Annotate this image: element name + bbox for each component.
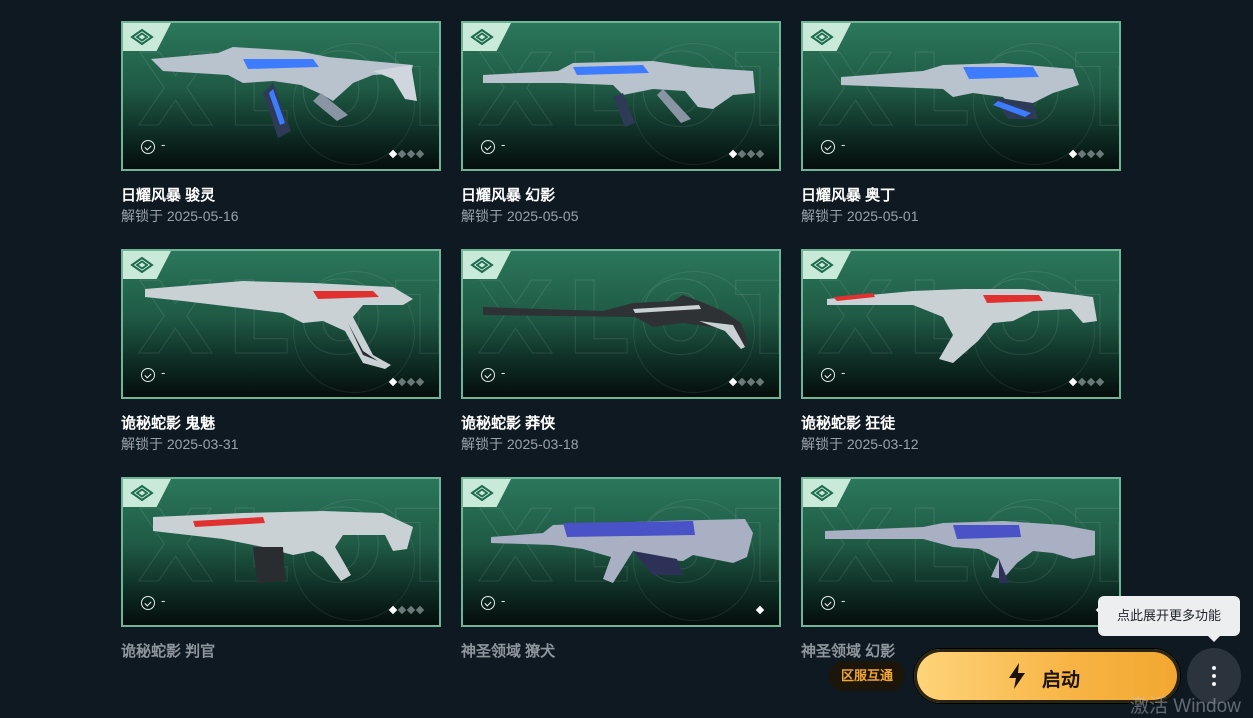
skin-name: 日耀风暴 幻影 bbox=[461, 187, 556, 204]
tier-label: - bbox=[501, 365, 506, 380]
skin-thumbnail[interactable]: XLOT - bbox=[801, 477, 1121, 627]
skin-name: 诡秘蛇影 狂徒 bbox=[801, 415, 896, 432]
unlock-date: 解锁于 2025-03-12 bbox=[801, 436, 919, 452]
weapon-image bbox=[825, 521, 1095, 583]
skin-name: 日耀风暴 奥丁 bbox=[801, 187, 896, 204]
level-indicator bbox=[387, 372, 425, 387]
skin-card[interactable]: XLOT - 日耀风暴 幻影 解锁于 2025-05-05 bbox=[461, 21, 781, 226]
unlock-date: 解锁于 2025-05-01 bbox=[801, 208, 919, 224]
tier-label: - bbox=[161, 593, 166, 608]
tier-icon bbox=[821, 368, 835, 382]
skin-thumbnail[interactable]: XLOT - bbox=[121, 249, 441, 399]
tier-icon bbox=[481, 596, 495, 610]
skin-card[interactable]: XLOT - 诡秘蛇影 狂徒 解锁于 2025-03-12 bbox=[801, 249, 1121, 454]
tier-label: - bbox=[161, 365, 166, 380]
tier-icon bbox=[141, 596, 155, 610]
level-indicator bbox=[754, 600, 765, 615]
tier-icon bbox=[481, 140, 495, 154]
skin-card[interactable]: XLOT - 诡秘蛇影 判官 bbox=[121, 477, 441, 682]
skin-thumbnail[interactable]: XLOT - bbox=[461, 21, 781, 171]
activate-windows-watermark: 激活 Window bbox=[1130, 696, 1241, 717]
launch-label: 启动 bbox=[1042, 670, 1081, 691]
skin-card[interactable]: XLOT - 日耀风暴 骏灵 解锁于 2025-05-16 bbox=[121, 21, 441, 226]
unlock-date: 解锁于 2025-05-16 bbox=[121, 208, 239, 224]
tier-label: - bbox=[841, 593, 846, 608]
skin-thumbnail[interactable]: XLOT - bbox=[121, 21, 441, 171]
skin-card[interactable]: XLOT - 诡秘蛇影 鬼魅 解锁于 2025-03-31 bbox=[121, 249, 441, 454]
unlock-date: 解锁于 2025-03-18 bbox=[461, 436, 579, 452]
level-indicator bbox=[387, 600, 425, 615]
skin-name: 神圣领域 幻影 bbox=[801, 643, 896, 660]
more-dots-icon bbox=[1212, 682, 1216, 686]
skin-card[interactable]: XLOT - 神圣领域 獠犬 bbox=[461, 477, 781, 682]
level-indicator bbox=[1067, 372, 1105, 387]
skin-thumbnail[interactable]: XLOT - bbox=[801, 21, 1121, 171]
tier-label: - bbox=[841, 137, 846, 152]
more-dots-icon bbox=[1212, 666, 1216, 670]
tier-label: - bbox=[501, 593, 506, 608]
lightning-icon bbox=[1009, 663, 1025, 689]
tier-icon bbox=[821, 140, 835, 154]
weapon-image bbox=[491, 519, 753, 583]
level-indicator bbox=[727, 372, 765, 387]
skin-name: 诡秘蛇影 莽侠 bbox=[461, 415, 556, 432]
skin-thumbnail[interactable]: XLOT - bbox=[461, 477, 781, 627]
tier-icon bbox=[141, 140, 155, 154]
level-indicator bbox=[1067, 144, 1105, 159]
skin-name: 诡秘蛇影 判官 bbox=[121, 643, 216, 660]
level-indicator bbox=[727, 144, 765, 159]
unlock-date: 解锁于 2025-03-31 bbox=[121, 436, 239, 452]
skin-thumbnail[interactable]: XLOT - bbox=[461, 249, 781, 399]
tier-label: - bbox=[841, 365, 846, 380]
region-badge: 区服互通 bbox=[829, 661, 905, 691]
skin-thumbnail[interactable]: XLOT - bbox=[121, 477, 441, 627]
skin-name: 神圣领域 獠犬 bbox=[461, 643, 556, 660]
skin-card[interactable]: XLOT - 诡秘蛇影 莽侠 解锁于 2025-03-18 bbox=[461, 249, 781, 454]
skin-name: 诡秘蛇影 鬼魅 bbox=[121, 415, 216, 432]
tier-label: - bbox=[161, 137, 166, 152]
skin-name: 日耀风暴 骏灵 bbox=[121, 187, 216, 204]
unlock-date: 解锁于 2025-05-05 bbox=[461, 208, 579, 224]
more-tooltip: 点此展开更多功能 bbox=[1098, 596, 1240, 642]
skin-thumbnail[interactable]: XLOT - bbox=[801, 249, 1121, 399]
tier-label: - bbox=[501, 137, 506, 152]
tier-icon bbox=[481, 368, 495, 382]
level-indicator bbox=[387, 144, 425, 159]
more-dots-icon bbox=[1212, 674, 1216, 678]
skin-card[interactable]: XLOT - 日耀风暴 奥丁 解锁于 2025-05-01 bbox=[801, 21, 1121, 226]
tier-icon bbox=[141, 368, 155, 382]
tier-icon bbox=[821, 596, 835, 610]
